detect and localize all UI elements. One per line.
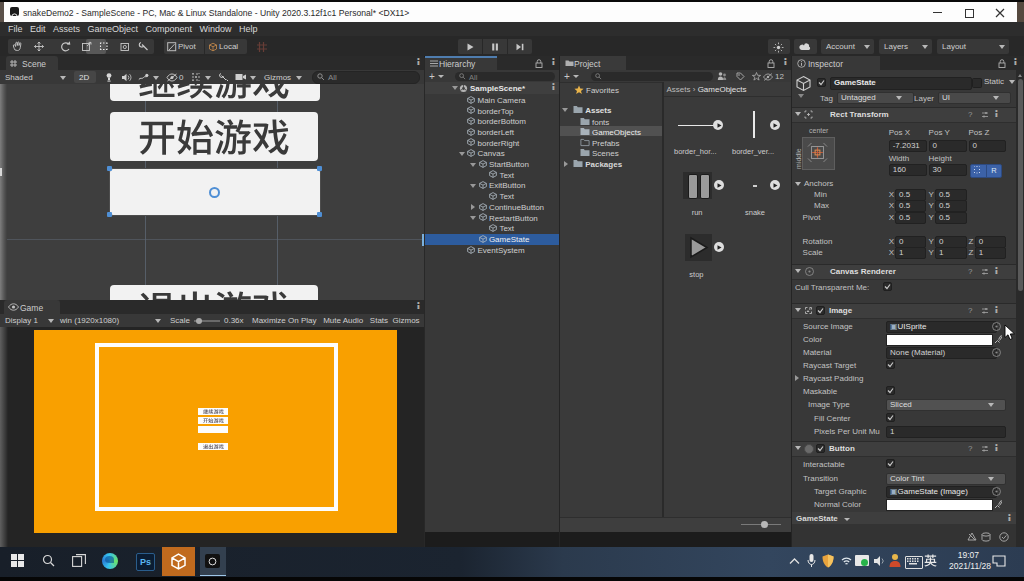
svg-text:middle: middle [795,148,802,169]
